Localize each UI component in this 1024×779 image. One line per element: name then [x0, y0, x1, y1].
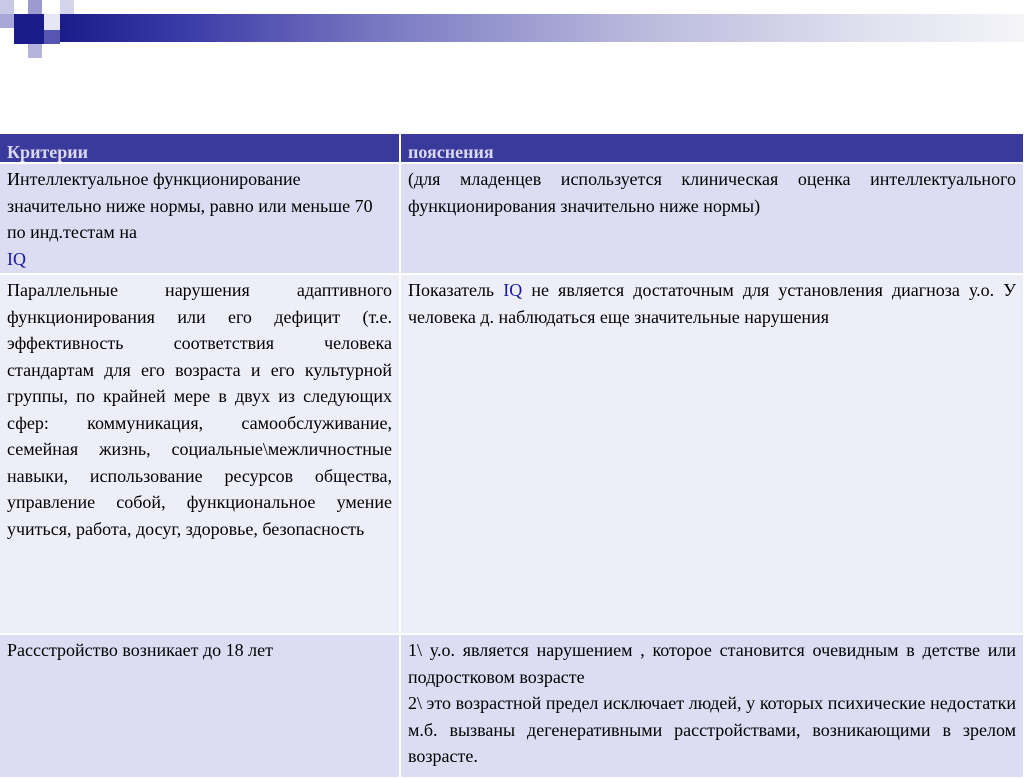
- iq-label: IQ: [7, 248, 26, 269]
- explanation-text-before: Показатель: [408, 280, 495, 300]
- explanation-cell: (для младенцев используется клиническая …: [400, 163, 1024, 275]
- table-row: Параллельные нарушения адаптивного функц…: [0, 274, 1024, 635]
- decor-square: [0, 14, 14, 28]
- column-header-explanations: пояснения: [400, 134, 1024, 164]
- criterion-text: Рассстройство возникает до 18 лет: [7, 640, 273, 660]
- explanation-cell: Показатель IQ не является достаточным дл…: [400, 274, 1024, 635]
- explanation-text: (для младенцев используется клиническая …: [408, 169, 1016, 216]
- table-header-row: Критерии пояснения: [0, 134, 1024, 164]
- decor-square: [0, 30, 14, 44]
- decor-square: [60, 0, 74, 14]
- explanation-point-2: 2\ это возрастной предел исключает людей…: [408, 693, 1016, 766]
- decor-square: [0, 0, 14, 14]
- criterion-cell: Рассстройство возникает до 18 лет: [0, 634, 401, 779]
- table-row: Интеллектуальное функционирование значит…: [0, 163, 1024, 275]
- decor-square: [44, 14, 60, 30]
- criteria-table: Критерии пояснения Интеллектуальное функ…: [0, 134, 1024, 779]
- explanation-cell: 1\ у.о. является нарушением , которое ст…: [400, 634, 1024, 779]
- decor-square: [44, 30, 60, 44]
- column-header-criteria: Критерии: [0, 134, 401, 164]
- decor-square: [14, 14, 44, 44]
- header-gradient-band: [60, 14, 1024, 42]
- explanation-text-after: не является достаточным для установления…: [408, 280, 1017, 327]
- decor-square: [28, 0, 42, 14]
- decor-square: [28, 44, 42, 58]
- criterion-cell: Интеллектуальное функционирование значит…: [0, 163, 401, 275]
- criterion-text: Интеллектуальное функционирование значит…: [7, 169, 373, 242]
- iq-label: IQ: [503, 280, 523, 300]
- explanation-point-1: 1\ у.о. является нарушением , которое ст…: [408, 640, 1016, 687]
- decor-square: [14, 0, 28, 14]
- criterion-cell: Параллельные нарушения адаптивного функц…: [0, 274, 401, 635]
- table-row: Рассстройство возникает до 18 лет 1\ у.о…: [0, 634, 1024, 779]
- criterion-text: Параллельные нарушения адаптивного функц…: [7, 280, 392, 539]
